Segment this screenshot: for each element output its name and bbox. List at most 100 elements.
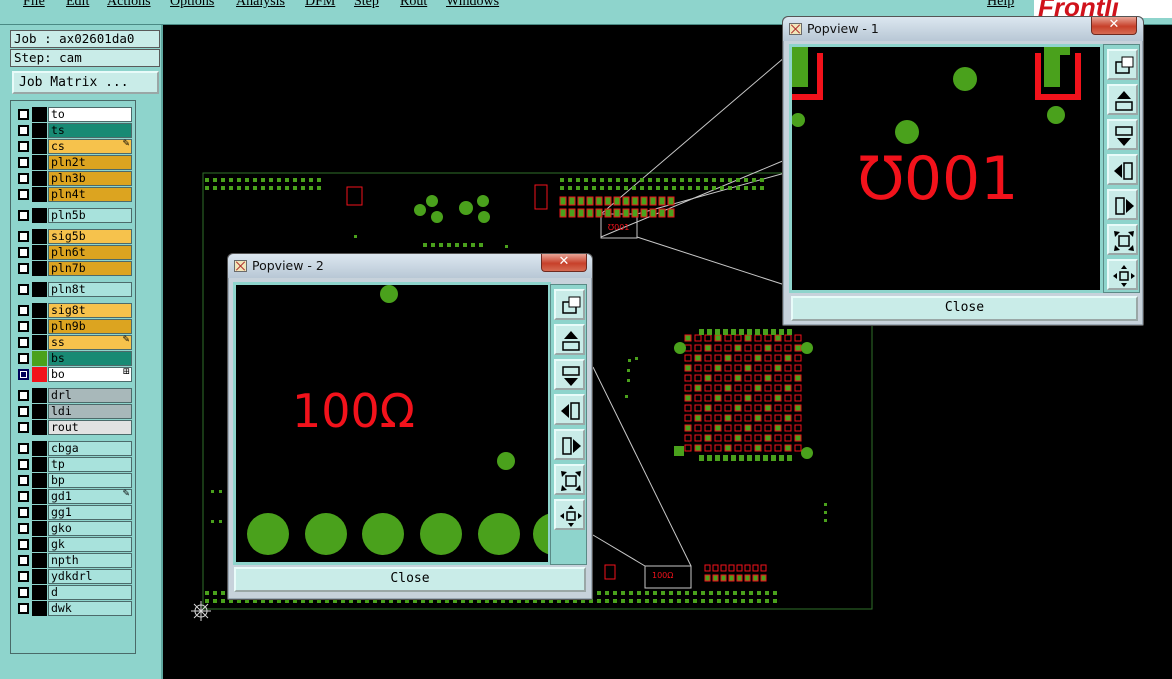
pan-left-button[interactable] xyxy=(1107,154,1138,185)
layer-name[interactable]: rout xyxy=(48,420,132,435)
layer-color-swatch[interactable] xyxy=(32,107,47,122)
layer-row-ss[interactable]: ss ✎ xyxy=(15,335,132,350)
layer-row-sig8t[interactable]: sig8t xyxy=(15,303,132,318)
layer-row-cbga[interactable]: cbga xyxy=(15,441,132,456)
pan-down-button[interactable] xyxy=(1107,119,1138,150)
layer-color-swatch[interactable] xyxy=(32,521,47,536)
layer-row-pln8t[interactable]: pln8t xyxy=(15,282,132,297)
layer-color-swatch[interactable] xyxy=(32,473,47,488)
layer-color-swatch[interactable] xyxy=(32,123,47,138)
layer-color-swatch[interactable] xyxy=(32,537,47,552)
layer-row-rout[interactable]: rout xyxy=(15,420,132,435)
zoom-in-button[interactable] xyxy=(554,464,585,495)
layer-color-swatch[interactable] xyxy=(32,388,47,403)
layer-checkbox[interactable] xyxy=(18,353,29,364)
layer-name[interactable]: gg1 xyxy=(48,505,132,520)
layer-row-drl[interactable]: drl xyxy=(15,388,132,403)
layer-row-ldi[interactable]: ldi xyxy=(15,404,132,419)
zoom-in-button[interactable] xyxy=(1107,224,1138,255)
layer-name[interactable]: d xyxy=(48,585,132,600)
popview-2-close-button[interactable]: Close xyxy=(234,567,586,592)
layer-checkbox[interactable] xyxy=(18,284,29,295)
layer-color-swatch[interactable] xyxy=(32,420,47,435)
layer-name[interactable]: pln9b xyxy=(48,319,132,334)
layer-checkbox[interactable] xyxy=(18,406,29,417)
layer-name[interactable]: pln7b xyxy=(48,261,132,276)
layer-color-swatch[interactable] xyxy=(32,335,47,350)
layer-name[interactable]: ts xyxy=(48,123,132,138)
layer-name[interactable]: gd1 xyxy=(48,489,132,504)
pan-up-button[interactable] xyxy=(1107,84,1138,115)
layer-name[interactable]: gko xyxy=(48,521,132,536)
popview-1-viewport[interactable]: ℧001 xyxy=(789,44,1103,293)
layer-color-swatch[interactable] xyxy=(32,229,47,244)
layer-name[interactable]: pln3b xyxy=(48,171,132,186)
layer-checkbox[interactable] xyxy=(18,369,29,380)
job-matrix-button[interactable]: Job Matrix ... xyxy=(12,71,159,94)
layer-row-bo[interactable]: bo ⊞ xyxy=(15,367,132,382)
layer-name[interactable]: pln5b xyxy=(48,208,132,223)
layer-row-ydkdrl[interactable]: ydkdrl xyxy=(15,569,132,584)
zoom-home-button[interactable] xyxy=(554,289,585,320)
layer-checkbox[interactable] xyxy=(18,507,29,518)
layer-name[interactable]: drl xyxy=(48,388,132,403)
layer-checkbox[interactable] xyxy=(18,263,29,274)
layer-checkbox[interactable] xyxy=(18,157,29,168)
layer-color-swatch[interactable] xyxy=(32,171,47,186)
layer-color-swatch[interactable] xyxy=(32,441,47,456)
layer-checkbox[interactable] xyxy=(18,587,29,598)
layer-checkbox[interactable] xyxy=(18,603,29,614)
layer-checkbox[interactable] xyxy=(18,321,29,332)
layer-checkbox[interactable] xyxy=(18,422,29,433)
layer-color-swatch[interactable] xyxy=(32,187,47,202)
layer-name[interactable]: tp xyxy=(48,457,132,472)
layer-row-pln3b[interactable]: pln3b xyxy=(15,171,132,186)
layer-name[interactable]: bs xyxy=(48,351,132,366)
pan-up-button[interactable] xyxy=(554,324,585,355)
layer-color-swatch[interactable] xyxy=(32,569,47,584)
menu-windows[interactable]: Windows xyxy=(446,0,499,10)
layer-checkbox[interactable] xyxy=(18,443,29,454)
layer-name[interactable]: npth xyxy=(48,553,132,568)
layer-row-cs[interactable]: cs ✎ xyxy=(15,139,132,154)
layer-row-npth[interactable]: npth xyxy=(15,553,132,568)
popview-1-titlebar[interactable]: Popview - 1 xyxy=(783,17,1143,41)
layer-name[interactable]: cbga xyxy=(48,441,132,456)
zoom-out-button[interactable] xyxy=(1107,259,1138,290)
layer-checkbox[interactable] xyxy=(18,173,29,184)
layer-row-pln6t[interactable]: pln6t xyxy=(15,245,132,260)
layer-row-d[interactable]: d xyxy=(15,585,132,600)
layer-row-ts[interactable]: ts xyxy=(15,123,132,138)
menu-dfm[interactable]: DFM xyxy=(305,0,335,10)
menu-help[interactable]: Help xyxy=(987,0,1014,10)
layer-checkbox[interactable] xyxy=(18,305,29,316)
layer-name[interactable]: sig5b xyxy=(48,229,132,244)
layer-color-swatch[interactable] xyxy=(32,505,47,520)
layer-color-swatch[interactable] xyxy=(32,553,47,568)
layer-name[interactable]: bo xyxy=(48,367,132,382)
layer-checkbox[interactable] xyxy=(18,390,29,401)
layer-color-swatch[interactable] xyxy=(32,457,47,472)
layer-color-swatch[interactable] xyxy=(32,155,47,170)
layer-color-swatch[interactable] xyxy=(32,351,47,366)
layer-checkbox[interactable] xyxy=(18,459,29,470)
layer-row-gg1[interactable]: gg1 xyxy=(15,505,132,520)
layer-color-swatch[interactable] xyxy=(32,245,47,260)
pan-down-button[interactable] xyxy=(554,359,585,390)
popview-2-close-x[interactable]: ✕ xyxy=(541,254,587,272)
menu-step[interactable]: Step xyxy=(354,0,379,10)
layer-name[interactable]: bp xyxy=(48,473,132,488)
layer-row-dwk[interactable]: dwk xyxy=(15,601,132,616)
layer-color-swatch[interactable] xyxy=(32,261,47,276)
layer-checkbox[interactable] xyxy=(18,539,29,550)
pan-right-button[interactable] xyxy=(554,429,585,460)
layer-name[interactable]: pln6t xyxy=(48,245,132,260)
layer-checkbox[interactable] xyxy=(18,523,29,534)
layer-row-pln4t[interactable]: pln4t xyxy=(15,187,132,202)
layer-checkbox[interactable] xyxy=(18,210,29,221)
layer-row-pln2t[interactable]: pln2t xyxy=(15,155,132,170)
popview-2-titlebar[interactable]: Popview - 2 xyxy=(228,254,592,278)
layer-checkbox[interactable] xyxy=(18,475,29,486)
layer-name[interactable]: ldi xyxy=(48,404,132,419)
layer-row-pln9b[interactable]: pln9b xyxy=(15,319,132,334)
